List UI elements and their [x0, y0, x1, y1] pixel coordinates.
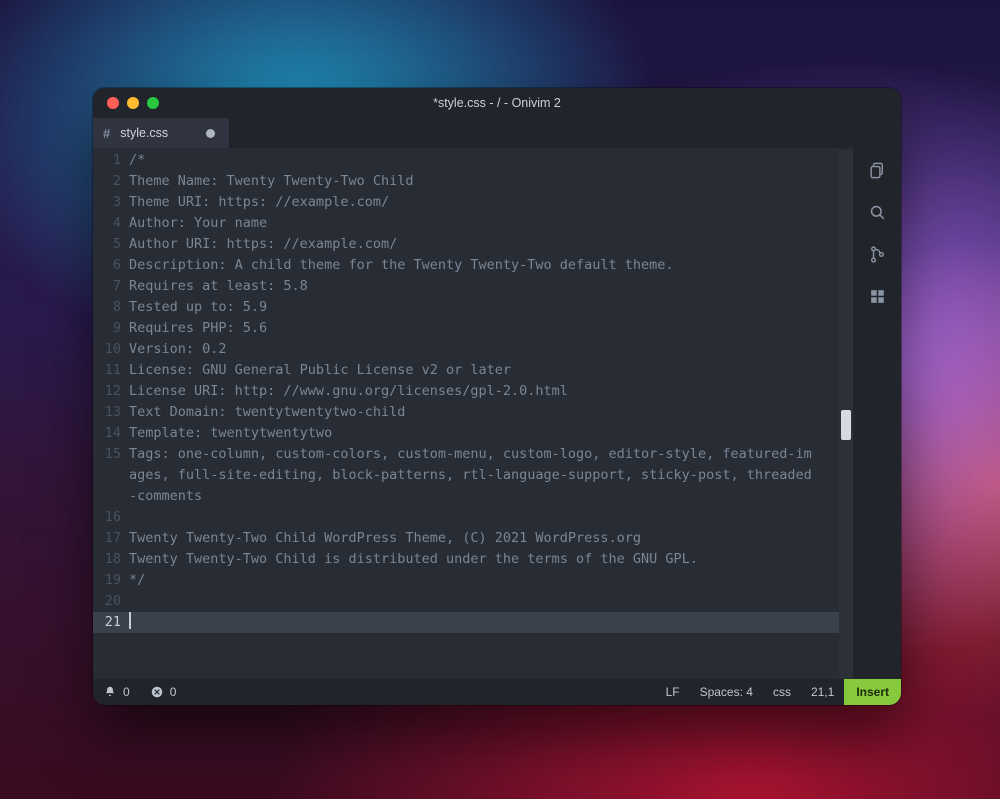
close-window-button[interactable]	[107, 97, 119, 109]
layouts-icon[interactable]	[867, 286, 887, 306]
editor-column: 123456789101112131415161718192021 /*Them…	[93, 148, 853, 679]
notifications-count: 0	[123, 685, 130, 699]
code-editor[interactable]: 123456789101112131415161718192021 /*Them…	[93, 148, 853, 679]
status-lang[interactable]: css	[763, 679, 801, 705]
status-notifications[interactable]: 0	[93, 679, 140, 705]
minimize-window-button[interactable]	[127, 97, 139, 109]
tab-style-css[interactable]: # style.css	[93, 118, 230, 148]
status-indent[interactable]: Spaces: 4	[690, 679, 763, 705]
error-icon	[150, 685, 164, 699]
line-number-gutter: 123456789101112131415161718192021	[93, 150, 129, 679]
file-type-icon: #	[103, 126, 110, 141]
search-icon[interactable]	[867, 202, 887, 222]
window-title: *style.css - / - Onivim 2	[93, 96, 901, 110]
tab-bar: # style.css	[93, 118, 901, 148]
scrollbar-track[interactable]	[839, 150, 853, 679]
activity-bar	[853, 148, 901, 679]
desktop-wallpaper: *style.css - / - Onivim 2 # style.css 12…	[0, 0, 1000, 799]
status-mode[interactable]: Insert	[844, 679, 901, 705]
tab-dirty-close-icon[interactable]	[206, 129, 215, 138]
tab-label: style.css	[120, 126, 168, 140]
status-errors[interactable]: 0	[140, 679, 187, 705]
status-pos[interactable]: 21,1	[801, 679, 844, 705]
editor-window: *style.css - / - Onivim 2 # style.css 12…	[93, 88, 901, 705]
zoom-window-button[interactable]	[147, 97, 159, 109]
status-eol[interactable]: LF	[656, 679, 690, 705]
code-content[interactable]: /*Theme Name: Twenty Twenty-Two ChildThe…	[129, 150, 839, 679]
files-icon[interactable]	[867, 160, 887, 180]
bell-icon	[103, 685, 117, 699]
window-controls	[93, 97, 159, 109]
git-icon[interactable]	[867, 244, 887, 264]
status-bar: 0 0 LF Spaces: 4 css 21,1 Insert	[93, 679, 901, 705]
scrollbar-thumb[interactable]	[841, 410, 851, 440]
editor-body: 123456789101112131415161718192021 /*Them…	[93, 148, 901, 679]
errors-count: 0	[170, 685, 177, 699]
titlebar[interactable]: *style.css - / - Onivim 2	[93, 88, 901, 118]
